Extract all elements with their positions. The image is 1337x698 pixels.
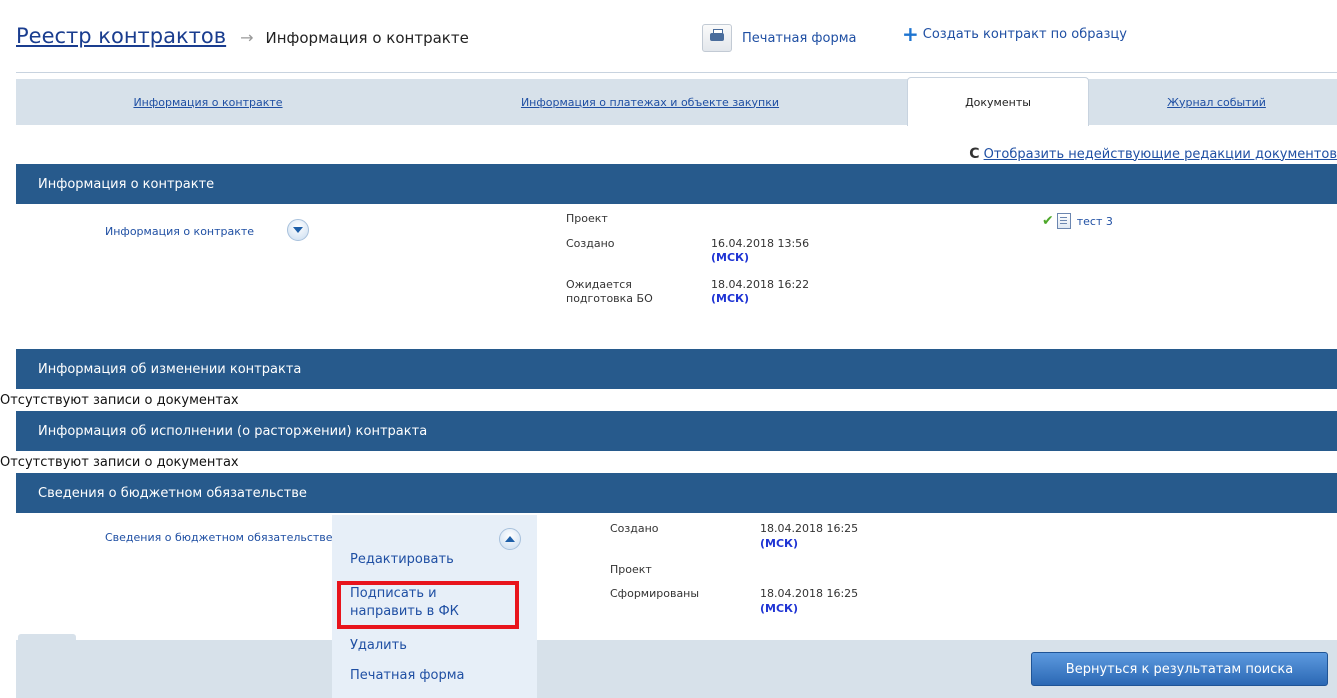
create-from-template-link[interactable]: + Создать контракт по образцу xyxy=(902,24,1127,44)
breadcrumb-arrow-icon: → xyxy=(240,28,254,47)
menu-item-edit[interactable]: Редактировать xyxy=(350,551,454,569)
contract-execution-empty: Отсутствуют записи о документах xyxy=(0,455,239,470)
chevron-up-icon xyxy=(505,536,515,542)
bo-created-date: 18.04.2018 16:25 xyxy=(760,522,859,535)
bo-formed-label: Сформированы xyxy=(610,587,700,600)
bo-status: Проект xyxy=(610,563,652,576)
section-header-budget-obligation: Сведения о бюджетном обязательстве xyxy=(16,473,1337,513)
section-header-contract-changes: Информация об изменении контракта xyxy=(16,349,1337,389)
check-icon: ✔ xyxy=(1042,213,1054,229)
print-form-label[interactable]: Печатная форма xyxy=(742,31,857,46)
show-inactive-docs-link[interactable]: C Отобразить недействующие редакции доку… xyxy=(969,146,1337,162)
breadcrumb: Реестр контрактов → Информация о контрак… xyxy=(16,24,469,48)
create-from-template-label[interactable]: Создать контракт по образцу xyxy=(923,27,1127,42)
document-icon[interactable] xyxy=(1056,213,1071,229)
section-header-contract-execution: Информация об исполнении (о расторжении)… xyxy=(16,411,1337,451)
highlight-box xyxy=(337,581,519,629)
created-timezone: (МСК) xyxy=(711,251,750,264)
tab-strip: Информация о контракте Информация о плат… xyxy=(16,77,1337,126)
document-name-link[interactable]: тест 3 xyxy=(1077,215,1113,228)
printer-icon[interactable] xyxy=(702,24,732,52)
document-entry[interactable]: ✔ тест 3 xyxy=(1042,213,1113,229)
bo-created-timezone: (МСК) xyxy=(760,537,799,550)
show-inactive-docs-label[interactable]: Отобразить недействующие редакции докуме… xyxy=(984,147,1337,162)
pending-date: 18.04.2018 16:22 xyxy=(711,278,810,291)
bo-created-label: Создано xyxy=(610,522,659,535)
plus-icon: + xyxy=(902,22,919,46)
tab-documents[interactable]: Документы xyxy=(907,77,1089,126)
contract-status: Проект xyxy=(566,212,608,225)
created-label: Создано xyxy=(566,237,615,250)
section-header-contract-info: Информация о контракте xyxy=(16,164,1337,204)
chevron-down-icon xyxy=(293,227,303,233)
breadcrumb-registry-link[interactable]: Реестр контрактов xyxy=(16,24,226,48)
pending-timezone: (МСК) xyxy=(711,292,750,305)
menu-item-delete[interactable]: Удалить xyxy=(350,637,407,655)
menu-item-print-form[interactable]: Печатная форма xyxy=(350,667,465,685)
pending-label: Ожидается подготовка БО xyxy=(566,278,653,305)
bo-formed-timezone: (МСК) xyxy=(760,602,799,615)
page-title: Информация о контракте xyxy=(265,29,469,47)
budget-obligation-doc-label: Сведения о бюджетном обязательстве xyxy=(105,531,332,544)
contract-changes-empty: Отсутствуют записи о документах xyxy=(0,393,239,408)
refresh-icon: C xyxy=(969,146,980,162)
header-divider xyxy=(16,72,1337,73)
bo-formed-date: 18.04.2018 16:25 xyxy=(760,587,859,600)
created-date: 16.04.2018 13:56 xyxy=(711,237,810,250)
contract-info-doc-label: Информация о контракте xyxy=(105,225,255,238)
collapse-actions-button[interactable] xyxy=(499,528,521,550)
print-form-link[interactable]: Печатная форма xyxy=(702,24,857,52)
expand-actions-button[interactable] xyxy=(287,219,309,241)
tab-contract-info[interactable]: Информация о контракте xyxy=(16,79,400,125)
tab-payments-info[interactable]: Информация о платежах и объекте закупки xyxy=(400,79,900,125)
return-to-search-button[interactable]: Вернуться к результатам поиска xyxy=(1031,652,1328,686)
tab-event-log[interactable]: Журнал событий xyxy=(1096,79,1337,125)
